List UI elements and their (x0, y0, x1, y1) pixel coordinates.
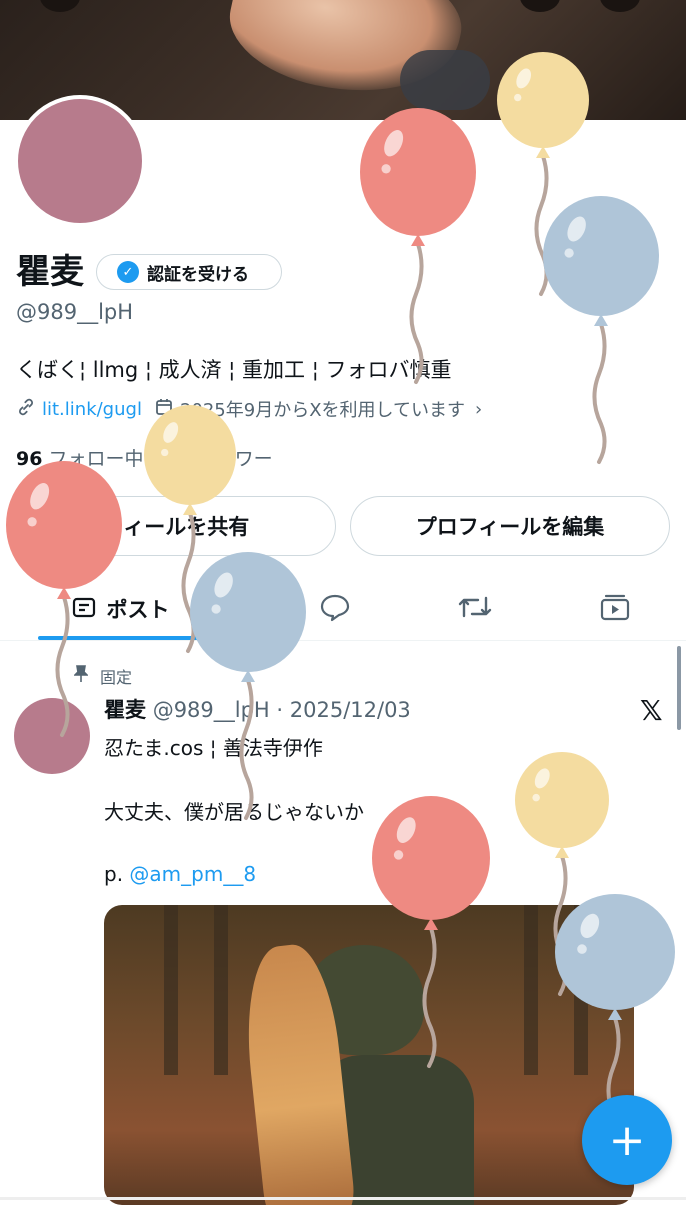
balloon (372, 796, 490, 920)
balloon-highlight (27, 517, 37, 527)
balloon (497, 52, 589, 148)
compose-post-button[interactable]: + (582, 1095, 672, 1185)
balloon-string (55, 595, 70, 737)
balloon (543, 196, 659, 316)
balloon (360, 108, 476, 236)
balloon (555, 894, 675, 1010)
balloon (515, 752, 609, 848)
balloon (144, 405, 236, 505)
balloon-string (409, 242, 424, 384)
balloon-highlight (211, 604, 221, 614)
balloon-highlight (532, 793, 540, 802)
balloon (6, 461, 122, 589)
balloon-string (181, 511, 196, 653)
balloon-string (592, 322, 607, 464)
balloon-highlight (514, 93, 522, 102)
balloon-highlight (564, 248, 574, 258)
balloon-highlight (161, 448, 169, 457)
balloon-highlight (381, 164, 391, 174)
plus-icon: + (608, 1114, 646, 1166)
balloon (190, 552, 306, 672)
balloons-overlay (6, 52, 675, 1158)
balloon-highlight (393, 850, 404, 860)
balloon-string (239, 678, 254, 820)
balloon-string (534, 154, 549, 296)
balloon-string (422, 926, 437, 1068)
balloon-highlight (577, 944, 587, 954)
